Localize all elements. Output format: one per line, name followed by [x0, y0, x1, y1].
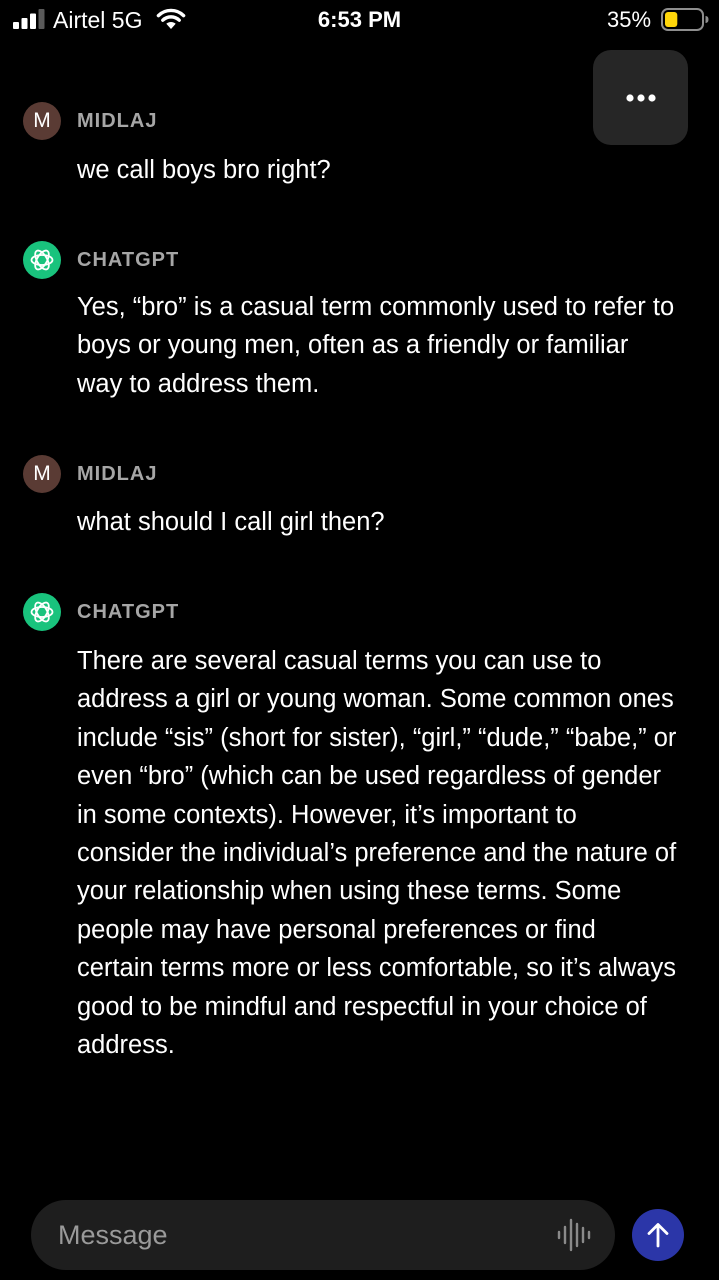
message-sender: CHATGPT: [77, 601, 180, 623]
message-sender: MIDLAJ: [77, 463, 158, 485]
message-text: Yes, “bro” is a casual term commonly use…: [77, 293, 675, 398]
message-text: we call boys bro right?: [77, 156, 331, 184]
message-text: what should I call girl then?: [77, 508, 385, 536]
openai-logo-icon: [30, 601, 54, 623]
send-button[interactable]: [632, 1209, 684, 1261]
message-composer: [31, 1200, 615, 1270]
user-avatar: M: [23, 455, 61, 493]
message-sender: CHATGPT: [77, 249, 180, 271]
ellipsis-icon: [625, 93, 656, 102]
message-text: There are several casual terms you can u…: [77, 647, 677, 1060]
battery-percentage: 35%: [607, 7, 652, 32]
arrow-up-icon: [647, 1223, 669, 1248]
openai-logo-icon: [30, 249, 54, 271]
voice-waveform-icon[interactable]: [555, 1217, 593, 1253]
assistant-avatar: [23, 241, 61, 279]
battery-icon: [661, 8, 709, 31]
message-sender: MIDLAJ: [77, 110, 158, 132]
user-avatar: M: [23, 102, 61, 140]
status-bar: Airtel 5G 6:53 PM 35%: [0, 0, 719, 40]
message-input[interactable]: [58, 1200, 538, 1270]
more-options-button[interactable]: [593, 50, 688, 145]
assistant-avatar: [23, 593, 61, 631]
